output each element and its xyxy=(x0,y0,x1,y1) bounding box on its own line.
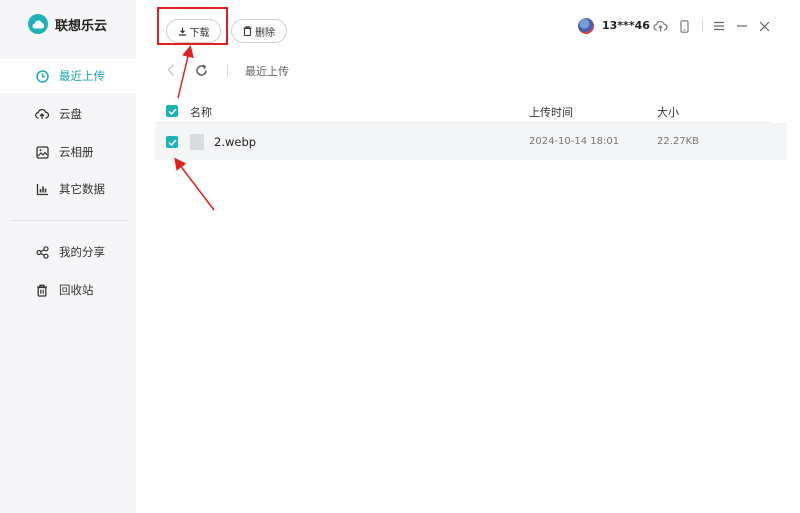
file-size: 22.27KB xyxy=(657,136,700,147)
menu-icon[interactable] xyxy=(711,18,727,34)
minimize-icon[interactable] xyxy=(734,18,750,34)
sidebar-item-other-data[interactable]: 其它数据 xyxy=(0,172,136,206)
cloud-upload-icon xyxy=(35,107,49,121)
phone-icon[interactable] xyxy=(676,18,692,34)
arrow-to-checkbox xyxy=(174,157,215,211)
file-icon xyxy=(190,134,204,150)
sidebar-item-recycle-bin[interactable]: 回收站 xyxy=(0,273,136,307)
cloud-logo-icon xyxy=(28,14,48,34)
column-header-upload-time[interactable]: 上传时间 xyxy=(529,104,573,120)
select-all-checkbox[interactable] xyxy=(166,105,178,117)
avatar[interactable] xyxy=(578,18,594,34)
sidebar-item-label: 最近上传 xyxy=(59,69,105,83)
app-window: 联想乐云 最近上传 云盘 云相册 其它数据 我的分享 回收站 下载 删除 13*… xyxy=(0,0,800,513)
refresh-icon[interactable] xyxy=(195,62,208,81)
row-checkbox[interactable] xyxy=(166,136,178,148)
brand: 联想乐云 xyxy=(28,14,107,34)
upload-time: 2024-10-14 18:01 xyxy=(529,136,620,147)
sidebar-item-label: 我的分享 xyxy=(59,245,105,259)
sidebar-item-label: 云相册 xyxy=(59,145,94,159)
delete-label: 删除 xyxy=(255,27,275,39)
sidebar-divider xyxy=(10,220,128,221)
clock-icon xyxy=(35,69,49,83)
sidebar: 联想乐云 最近上传 云盘 云相册 其它数据 我的分享 回收站 xyxy=(0,0,136,513)
annotation-highlight-box xyxy=(157,7,228,45)
column-header-size[interactable]: 大小 xyxy=(657,104,679,120)
breadcrumb[interactable]: 最近上传 xyxy=(245,63,289,79)
close-icon[interactable] xyxy=(756,18,772,34)
delete-button[interactable]: 删除 xyxy=(231,19,287,43)
app-name: 联想乐云 xyxy=(55,18,108,34)
trash-icon xyxy=(243,26,252,36)
file-name[interactable]: 2.webp xyxy=(214,135,256,149)
sidebar-item-label: 云盘 xyxy=(59,107,82,121)
sidebar-item-label: 其它数据 xyxy=(59,182,105,196)
sidebar-item-recent-uploads[interactable]: 最近上传 xyxy=(0,59,136,93)
column-header-name[interactable]: 名称 xyxy=(190,104,212,120)
check-icon xyxy=(167,107,177,115)
share-icon xyxy=(35,245,49,259)
sidebar-item-my-shares[interactable]: 我的分享 xyxy=(0,235,136,269)
sidebar-item-label: 回收站 xyxy=(59,283,94,297)
bar-chart-icon xyxy=(35,182,49,196)
image-icon xyxy=(35,145,49,159)
sidebar-item-cloud-album[interactable]: 云相册 xyxy=(0,135,136,169)
check-icon xyxy=(167,138,177,146)
sidebar-item-cloud-drive[interactable]: 云盘 xyxy=(0,97,136,131)
breadcrumb-separator xyxy=(227,64,228,76)
toolbar-separator xyxy=(702,19,703,32)
cloud-transfer-icon[interactable] xyxy=(652,18,668,34)
trash-icon xyxy=(35,283,49,297)
arrow-to-download xyxy=(177,45,194,99)
user-name[interactable]: 13***46 xyxy=(602,19,650,32)
back-icon[interactable] xyxy=(166,62,176,81)
